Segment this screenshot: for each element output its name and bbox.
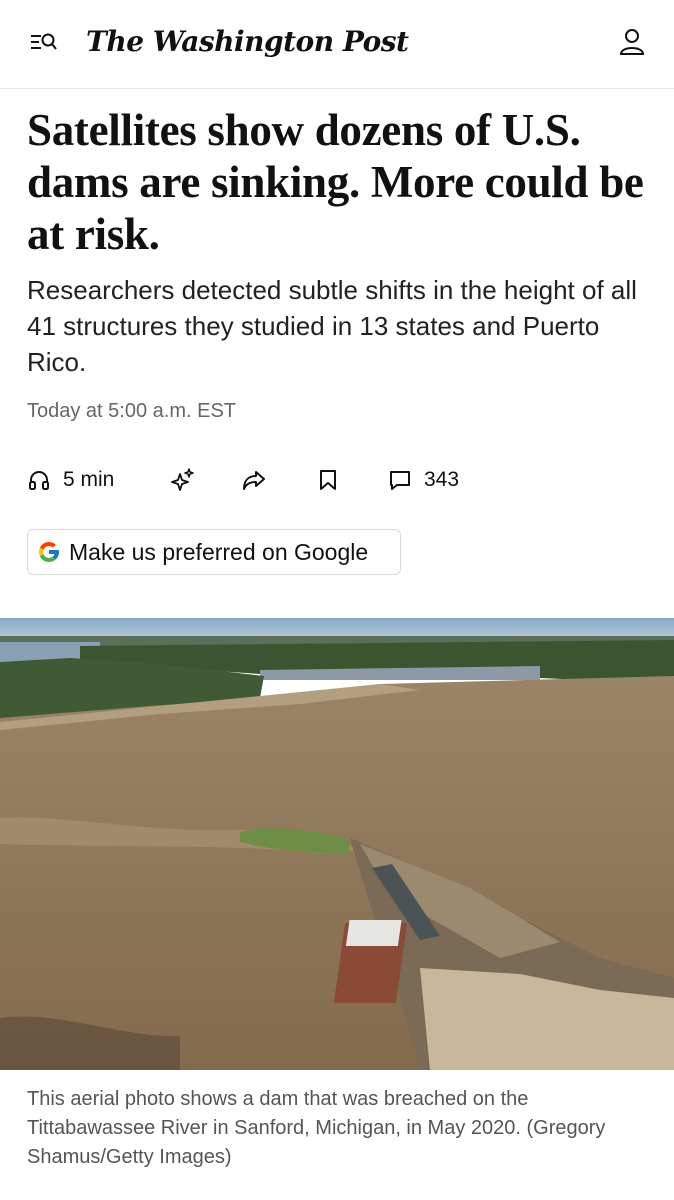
save-button[interactable]	[317, 462, 339, 498]
headphones-icon	[29, 471, 49, 490]
summary-button[interactable]	[169, 462, 195, 498]
photo-caption: This aerial photo shows a dam that was b…	[27, 1088, 606, 1168]
search-menu-icon	[31, 33, 57, 50]
article-actions: 5 min 343	[27, 462, 647, 502]
dam-aerial-photo	[0, 618, 674, 1070]
listen-button[interactable]: 5 min	[27, 462, 114, 498]
bookmark-icon	[320, 470, 336, 490]
preferred-on-google-button[interactable]: Make us preferred on Google	[27, 529, 401, 575]
menu-search-button[interactable]	[28, 28, 58, 58]
sparkles-icon	[171, 468, 194, 491]
share-icon	[243, 471, 265, 490]
site-logo[interactable]: The Washington Post	[86, 22, 409, 62]
article-timestamp: Today at 5:00 a.m. EST	[27, 400, 236, 422]
article-dek: Researchers detected subtle shifts in th…	[27, 275, 637, 377]
comments-count: 343	[424, 468, 460, 491]
comment-icon	[390, 471, 410, 490]
article-headline: Satellites show dozens of U.S. dams are …	[27, 105, 644, 259]
listen-duration: 5 min	[63, 468, 115, 491]
account-button[interactable]	[616, 26, 648, 58]
user-icon	[619, 29, 645, 55]
preferred-label: Make us preferred on Google	[69, 538, 369, 565]
google-icon	[39, 542, 59, 562]
top-bar: The Washington Post	[0, 0, 674, 89]
lead-photo	[0, 618, 674, 1070]
comments-button[interactable]: 343	[388, 462, 459, 498]
share-button[interactable]	[241, 462, 267, 498]
